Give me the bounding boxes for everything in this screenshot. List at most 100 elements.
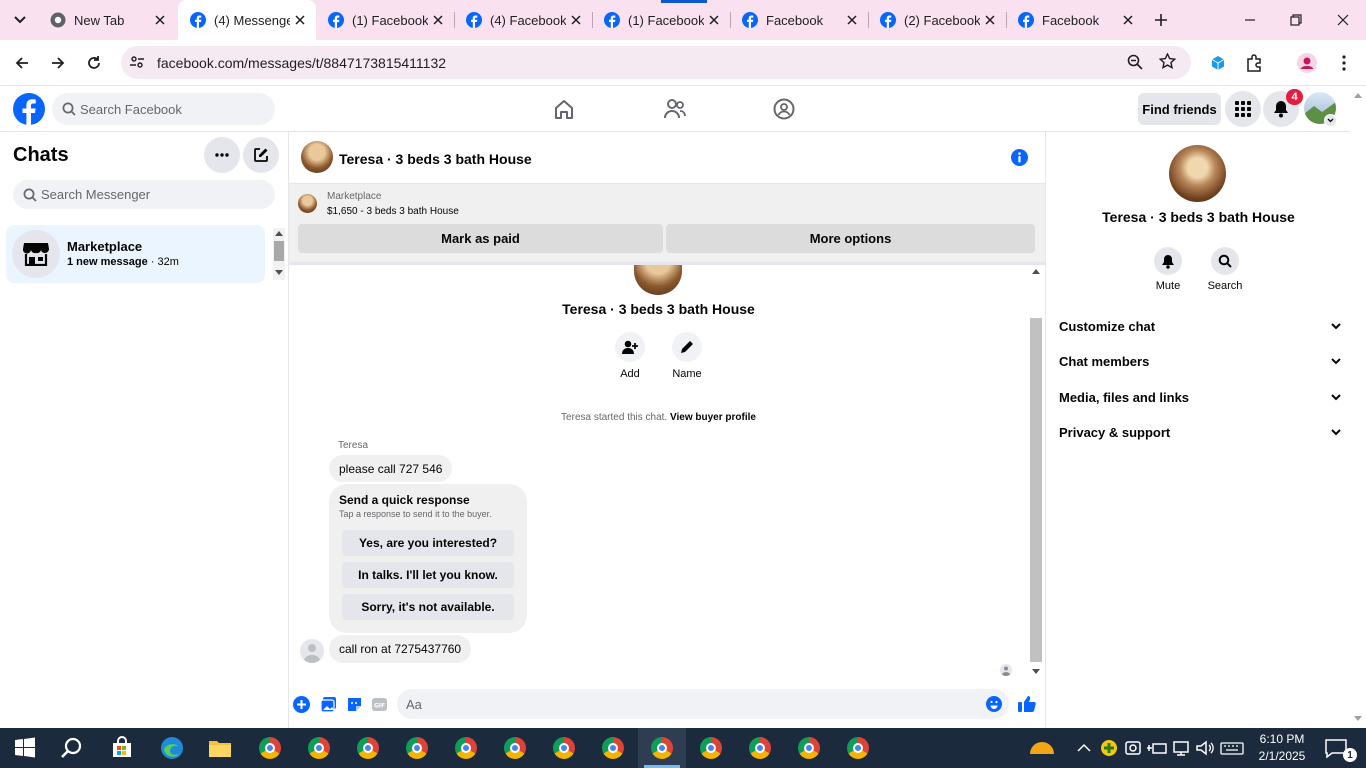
page-scrollbar[interactable]: [1350, 87, 1366, 728]
message-bubble[interactable]: please call 727 546: [329, 455, 453, 482]
privacy-support-section[interactable]: Privacy & support: [1059, 422, 1341, 442]
chat-list-scrollbar[interactable]: [273, 228, 285, 280]
photo-icon[interactable]: [320, 696, 337, 713]
mute-button[interactable]: [1154, 247, 1182, 275]
chrome-taskbar-icon[interactable]: [259, 737, 281, 759]
restore-icon[interactable]: [1284, 8, 1308, 32]
sticker-icon[interactable]: [346, 696, 363, 713]
chrome-taskbar-icon[interactable]: [798, 737, 820, 759]
browser-tab[interactable]: (4) Facebook: [454, 0, 592, 40]
chrome-taskbar-icon[interactable]: [357, 737, 379, 759]
more-options-button[interactable]: More options: [666, 224, 1035, 253]
quick-response-option[interactable]: Sorry, it's not available.: [342, 594, 514, 620]
close-tab-icon[interactable]: [704, 10, 724, 30]
gif-icon[interactable]: GIF: [371, 696, 388, 713]
close-tab-icon[interactable]: [566, 10, 586, 30]
bookmark-star-icon[interactable]: [1159, 53, 1176, 70]
close-tab-icon[interactable]: [842, 10, 862, 30]
profile-icon[interactable]: [1295, 51, 1319, 75]
chrome-taskbar-icon[interactable]: [749, 737, 771, 759]
home-icon[interactable]: [553, 98, 575, 120]
chrome-taskbar-icon[interactable]: [308, 737, 330, 759]
listing-price[interactable]: $1,650 - 3 beds 3 bath House: [327, 206, 459, 217]
browser-tab[interactable]: (1) Facebook: [316, 0, 454, 40]
conversation-title[interactable]: Teresa · 3 beds 3 bath House: [339, 151, 532, 167]
plus-circle-icon[interactable]: [293, 696, 310, 713]
close-window-icon[interactable]: [1331, 8, 1355, 32]
browser-tab[interactable]: (2) Facebook: [868, 0, 1006, 40]
message-scrollbar[interactable]: [1028, 262, 1044, 680]
file-explorer-icon[interactable]: [208, 736, 232, 760]
info-icon[interactable]: [1011, 149, 1028, 166]
view-buyer-profile-link[interactable]: View buyer profile: [670, 412, 756, 423]
close-tab-icon[interactable]: [980, 10, 1000, 30]
thumbs-up-icon[interactable]: [1017, 695, 1036, 713]
site-info-icon[interactable]: [129, 54, 145, 70]
reload-icon[interactable]: [82, 51, 106, 75]
close-tab-icon[interactable]: [1118, 10, 1138, 30]
chrome-taskbar-icon[interactable]: [553, 737, 575, 759]
media-files-links-section[interactable]: Media, files and links: [1059, 387, 1341, 407]
quick-response-option[interactable]: In talks. I'll let you know.: [342, 562, 514, 588]
tray-app-icon[interactable]: [1100, 736, 1118, 760]
store-app-icon[interactable]: [110, 736, 134, 760]
chat-members-section[interactable]: Chat members: [1059, 351, 1341, 371]
chrome-taskbar-icon[interactable]: [602, 737, 624, 759]
forward-icon[interactable]: [46, 51, 70, 75]
extension-cube-icon[interactable]: [1206, 51, 1230, 75]
groups-icon[interactable]: [773, 98, 795, 120]
browser-tab[interactable]: Facebook: [730, 0, 868, 40]
new-message-button[interactable]: [243, 137, 279, 173]
message-input[interactable]: Aa: [397, 689, 1009, 719]
browser-tab[interactable]: (1) Facebook: [592, 0, 730, 40]
friends-icon[interactable]: [663, 98, 687, 120]
chrome-taskbar-icon[interactable]: [651, 737, 673, 759]
weather-icon[interactable]: [1028, 736, 1056, 760]
chrome-taskbar-icon[interactable]: [406, 737, 428, 759]
chrome-taskbar-icon[interactable]: [455, 737, 477, 759]
close-tab-icon[interactable]: [150, 10, 170, 30]
customize-chat-section[interactable]: Customize chat: [1059, 316, 1341, 336]
edit-name-button[interactable]: [672, 332, 702, 362]
chrome-taskbar-icon[interactable]: [700, 737, 722, 759]
chat-options-button[interactable]: [204, 137, 240, 173]
quick-response-option[interactable]: Yes, are you interested?: [342, 530, 514, 556]
browser-tab[interactable]: New Tab: [38, 0, 176, 40]
scrollbar-thumb[interactable]: [274, 241, 284, 261]
tab-search-icon[interactable]: [8, 8, 32, 32]
find-friends-button[interactable]: Find friends: [1138, 93, 1221, 125]
chrome-taskbar-icon[interactable]: [847, 737, 869, 759]
details-avatar[interactable]: [1169, 145, 1226, 202]
camera-icon[interactable]: [1124, 736, 1142, 760]
windows-start-icon[interactable]: [13, 736, 37, 760]
edge-browser-icon[interactable]: [160, 736, 184, 760]
sender-avatar[interactable]: [300, 639, 324, 663]
taskbar-date[interactable]: 2/1/2025: [1250, 749, 1314, 763]
close-tab-icon[interactable]: [290, 10, 310, 30]
message-bubble[interactable]: call ron at 7275437760: [329, 635, 472, 663]
mark-as-paid-button[interactable]: Mark as paid: [298, 224, 663, 253]
volume-icon[interactable]: [1195, 736, 1215, 760]
new-tab-icon[interactable]: [1149, 8, 1173, 32]
conversation-avatar[interactable]: [301, 141, 333, 173]
search-in-conversation-button[interactable]: [1211, 247, 1239, 275]
keyboard-icon[interactable]: [1220, 736, 1244, 760]
taskbar-time[interactable]: 6:10 PM: [1250, 732, 1314, 746]
battery-plug-icon[interactable]: [1146, 736, 1168, 760]
address-bar[interactable]: facebook.com/messages/t/8847173815411132: [121, 46, 1191, 79]
scrollbar-thumb[interactable]: [1030, 318, 1042, 662]
browser-menu-icon[interactable]: [1332, 51, 1356, 75]
chat-list-item[interactable]: Marketplace 1 new message · 32m: [6, 225, 265, 283]
add-person-button[interactable]: [615, 332, 645, 362]
taskbar-search-icon[interactable]: [60, 736, 84, 760]
account-chevron-icon[interactable]: [1324, 114, 1337, 127]
browser-tab[interactable]: Facebook: [1006, 0, 1144, 40]
menu-grid-button[interactable]: [1225, 91, 1261, 127]
back-icon[interactable]: [10, 51, 34, 75]
messenger-search-input[interactable]: Search Messenger: [13, 180, 275, 209]
network-icon[interactable]: [1172, 736, 1190, 760]
minimize-icon[interactable]: [1238, 8, 1262, 32]
chrome-taskbar-icon[interactable]: [504, 737, 526, 759]
extensions-puzzle-icon[interactable]: [1242, 51, 1266, 75]
emoji-icon[interactable]: [986, 696, 1002, 712]
